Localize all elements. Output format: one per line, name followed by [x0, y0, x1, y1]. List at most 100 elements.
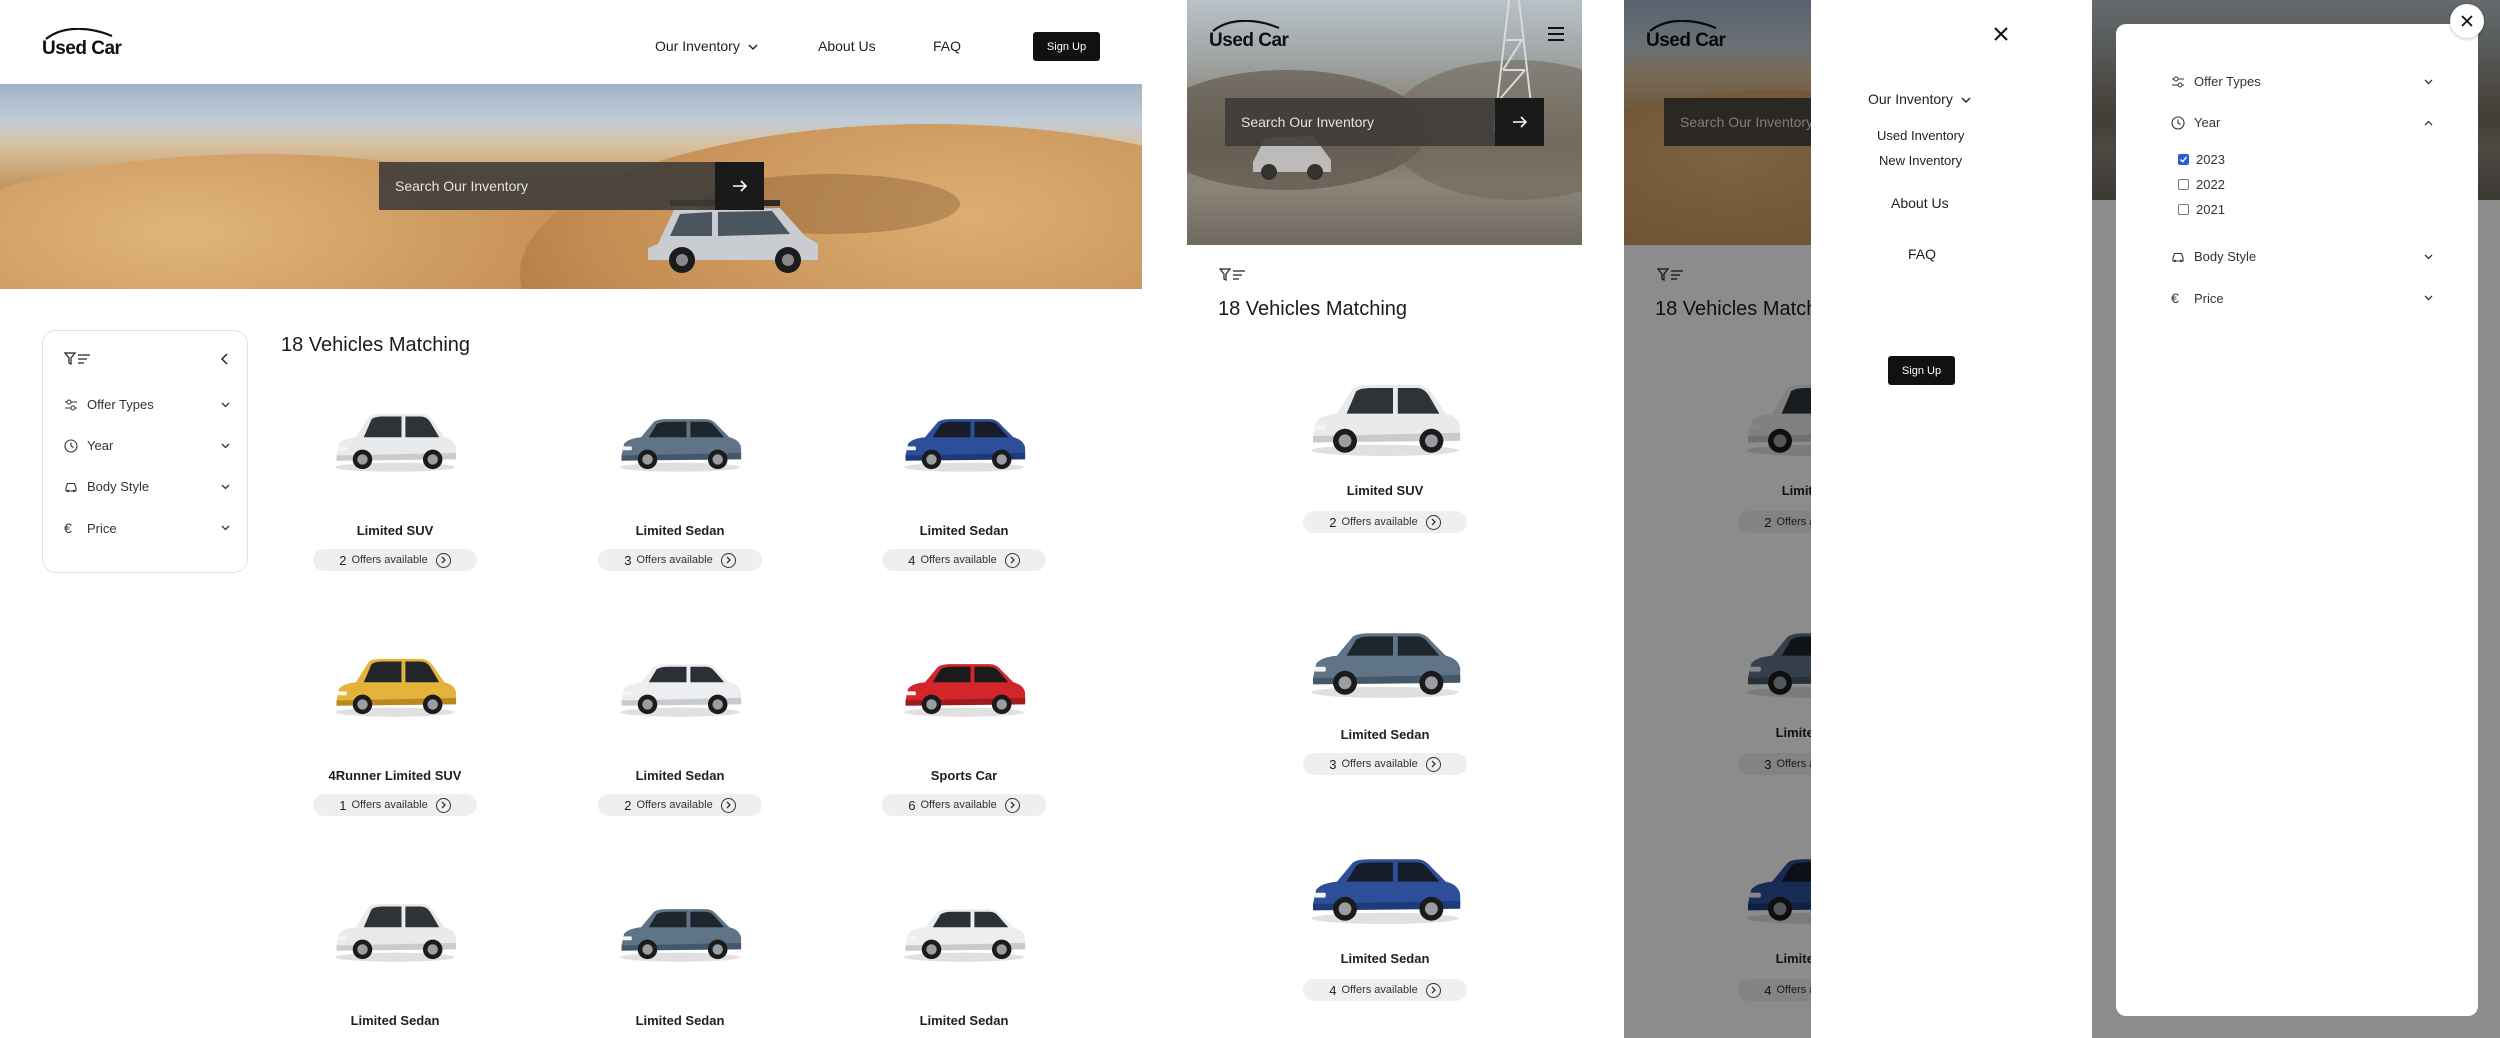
drawer-nav-faq[interactable]: FAQ	[1908, 246, 1936, 262]
arrow-circle-icon	[1425, 756, 1441, 772]
year-option-label: 2021	[2196, 202, 2225, 217]
vehicle-card[interactable]: Limited Sedan 4 Offers available	[864, 410, 1064, 580]
offers-count: 6	[908, 797, 916, 813]
offers-count: 2	[624, 797, 632, 813]
offers-text: Offers available	[636, 554, 713, 566]
filter-body-style-label: Body Style	[87, 479, 150, 494]
offers-pill[interactable]: 2 Offers available	[598, 794, 762, 816]
offers-text: Offers available	[1341, 516, 1418, 528]
vehicle-card[interactable]: Limited SUV 2 Offers available	[295, 410, 495, 580]
logo[interactable]: Used Car	[42, 28, 122, 59]
offers-pill[interactable]: 2 Offers available	[313, 549, 477, 571]
year-option-label: 2022	[2196, 177, 2225, 192]
nav-about-us[interactable]: About Us	[818, 38, 876, 54]
search-input[interactable]: Search Our Inventory	[379, 162, 715, 210]
sheet-filter-year-label: Year	[2194, 115, 2221, 130]
car-image	[1311, 859, 1461, 924]
sheet-filter-year[interactable]: Year	[2171, 115, 2433, 130]
clock-icon	[2171, 115, 2185, 130]
vehicle-card[interactable]: Limited SUV 2 Offers available	[1265, 380, 1505, 580]
vehicle-card[interactable]: Limited Sedan 4 Offers available	[1265, 848, 1505, 1038]
vehicle-card[interactable]: Limited Sedan 3 Offers available	[580, 410, 780, 580]
year-checkbox[interactable]	[2178, 179, 2189, 190]
year-checkbox[interactable]	[2178, 154, 2189, 165]
year-option-1[interactable]: 2022	[2178, 177, 2225, 192]
euro-icon: €	[2171, 290, 2179, 306]
sheet-close-button[interactable]	[2450, 4, 2484, 38]
mobile-view: Used Car Search Our Inventory 18 Vehicle…	[1187, 0, 1582, 1038]
mobile-results-title: 18 Vehicles Matching	[1218, 298, 1408, 320]
drawer-nav-about-us[interactable]: About Us	[1891, 195, 1949, 211]
year-option-label: 2023	[2196, 152, 2225, 167]
signup-button[interactable]: Sign Up	[1033, 32, 1100, 61]
year-checkbox[interactable]	[2178, 204, 2189, 215]
sheet-filter-price[interactable]: € Price	[2171, 290, 2433, 306]
nav-drawer: Our Inventory Used Inventory New Invento…	[1811, 0, 2092, 1038]
vehicle-card[interactable]: Sports Car 6 Offers available	[864, 655, 1064, 825]
car-image	[1311, 384, 1461, 456]
vehicle-name: 4Runner Limited SUV	[328, 768, 462, 783]
mobile-logo[interactable]: Used Car	[1209, 20, 1289, 51]
chevron-down-icon	[748, 44, 758, 51]
hamburger-menu-icon[interactable]	[1547, 26, 1565, 42]
filter-body-style[interactable]: Body Style	[64, 479, 234, 494]
offers-pill[interactable]: 4 Offers available	[1303, 979, 1467, 1001]
filter-icon[interactable]	[64, 352, 92, 366]
year-option-0[interactable]: 2023	[2178, 152, 2225, 167]
drawer-signup-button[interactable]: Sign Up	[1888, 356, 1955, 385]
offers-pill[interactable]: 4 Offers available	[882, 549, 1046, 571]
offers-text: Offers available	[1341, 984, 1418, 996]
search-submit-button[interactable]	[715, 162, 764, 210]
close-icon[interactable]	[1993, 26, 2009, 42]
close-icon	[2461, 15, 2473, 27]
mobile-filter-icon[interactable]	[1218, 268, 1248, 282]
vehicle-card[interactable]: Limited Sedan	[864, 900, 1064, 1038]
collapse-chevron-icon[interactable]	[221, 353, 229, 365]
offers-pill[interactable]: 2 Offers available	[1303, 511, 1467, 533]
offers-count: 3	[624, 552, 632, 568]
vehicle-name: Sports Car	[930, 768, 998, 783]
vehicle-name: Limited SUV	[356, 523, 434, 538]
sheet-filter-offer-types[interactable]: Offer Types	[2171, 74, 2433, 89]
arrow-circle-icon	[1425, 514, 1441, 530]
mobile-search-placeholder: Search Our Inventory	[1241, 114, 1375, 130]
car-image	[620, 664, 742, 717]
mobile-search-submit-button[interactable]	[1495, 98, 1544, 146]
vehicle-name: Limited Sedan	[1340, 951, 1430, 966]
arrow-circle-icon	[1425, 982, 1441, 998]
offers-pill[interactable]: 1 Offers available	[313, 794, 477, 816]
mobile-search-input[interactable]: Search Our Inventory	[1225, 98, 1495, 146]
offers-text: Offers available	[920, 554, 997, 566]
vehicle-card[interactable]: 4Runner Limited SUV 1 Offers available	[295, 655, 495, 825]
chevron-down-icon	[221, 402, 230, 408]
filter-year[interactable]: Year	[64, 438, 234, 453]
desktop-view: Used Car Our Inventory About Us FAQ Sign…	[0, 0, 1142, 1038]
vehicle-card[interactable]: Limited Sedan 2 Offers available	[580, 655, 780, 825]
filter-offer-types[interactable]: Offer Types	[64, 397, 234, 412]
car-image	[335, 413, 457, 472]
drawer-nav-our-inventory[interactable]: Our Inventory	[1868, 91, 1971, 107]
drawer-submenu-new-inventory[interactable]: New Inventory	[1879, 153, 1962, 168]
offers-pill[interactable]: 6 Offers available	[882, 794, 1046, 816]
offers-pill[interactable]: 3 Offers available	[1303, 753, 1467, 775]
vehicle-card[interactable]: Limited Sedan	[295, 900, 495, 1038]
year-option-2[interactable]: 2021	[2178, 202, 2225, 217]
sheet-filter-body-style[interactable]: Body Style	[2171, 249, 2433, 264]
vehicle-name: Limited SUV	[1346, 483, 1424, 498]
vehicle-card[interactable]: Limited Sedan	[580, 900, 780, 1038]
nav-faq[interactable]: FAQ	[933, 38, 961, 54]
offers-text: Offers available	[636, 799, 713, 811]
arrow-circle-icon	[720, 797, 736, 813]
logo-text: Used Car	[42, 38, 122, 59]
vehicle-card[interactable]: Limited Sedan 3 Offers available	[1265, 622, 1505, 822]
filter-price[interactable]: € Price	[64, 520, 234, 536]
nav-our-inventory[interactable]: Our Inventory	[655, 38, 758, 54]
offers-text: Offers available	[1341, 758, 1418, 770]
mobile-logo-text: Used Car	[1209, 30, 1289, 51]
offers-pill[interactable]: 3 Offers available	[598, 549, 762, 571]
offers-count: 2	[339, 552, 347, 568]
drawer-submenu-used-inventory[interactable]: Used Inventory	[1877, 128, 1964, 143]
filter-year-label: Year	[87, 438, 114, 453]
sliders-icon	[65, 399, 77, 410]
car-image	[335, 903, 457, 962]
